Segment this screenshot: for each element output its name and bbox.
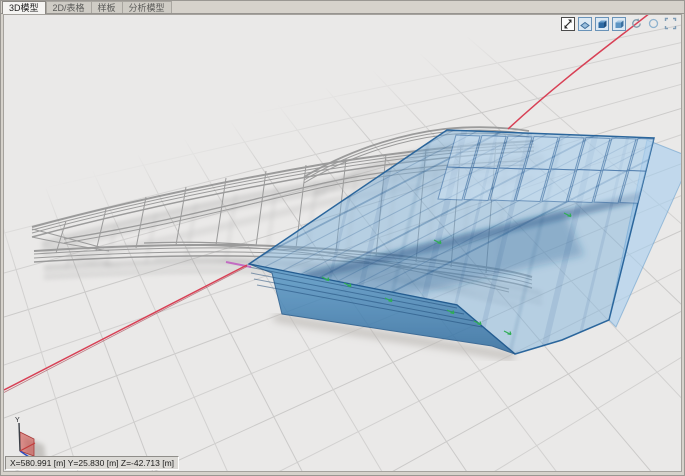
coordinate-readout: X=580.991 [m] Y=25.830 [m] Z=-42.713 [m] (5, 456, 179, 470)
top-view-icon[interactable] (578, 17, 592, 31)
scene-canvas: Y Z (4, 15, 682, 472)
view-tab-bar: 3D模型 2D/表格 样板 分析模型 (1, 1, 684, 14)
fullscreen-icon[interactable] (663, 17, 677, 31)
tab-template[interactable]: 样板 (91, 1, 122, 13)
orbit-view-icon[interactable] (646, 17, 660, 31)
tab-analysis-model[interactable]: 分析模型 (122, 1, 172, 13)
axis-y-label: Y (15, 417, 20, 424)
fit-view-icon[interactable] (561, 17, 575, 31)
tab-2d-tables[interactable]: 2D/表格 (46, 1, 91, 13)
view-toolbar (561, 16, 677, 31)
iso-view-icon[interactable] (612, 17, 626, 31)
app-window: 3D模型 2D/表格 样板 分析模型 (0, 0, 685, 476)
shaded-view-icon[interactable] (595, 17, 609, 31)
coordinate-text: X=580.991 [m] Y=25.830 [m] Z=-42.713 [m] (10, 458, 174, 468)
viewport-3d[interactable]: Y Z (3, 14, 682, 472)
rotate-view-icon[interactable] (629, 17, 643, 31)
bridge-deck-solid (104, 15, 682, 441)
tab-3d-model[interactable]: 3D模型 (2, 1, 46, 14)
